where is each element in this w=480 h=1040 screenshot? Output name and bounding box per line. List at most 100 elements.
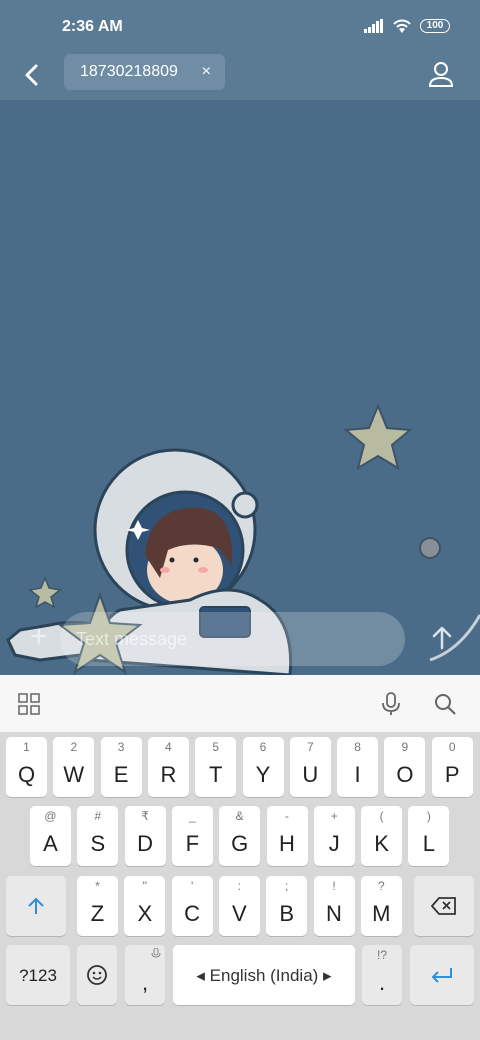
key-k[interactable]: (K <box>361 806 403 866</box>
key-d[interactable]: ₹ D <box>124 806 166 866</box>
contact-icon[interactable] <box>424 58 458 92</box>
key-secondary-label: ? <box>377 879 385 893</box>
key-label: L <box>422 831 436 856</box>
search-icon[interactable] <box>432 691 458 717</box>
key-label: K <box>374 831 389 856</box>
space-left-arrow-icon: ◂ <box>196 966 210 985</box>
key-label: I <box>354 762 361 787</box>
key-label: M <box>372 901 391 926</box>
plus-icon[interactable]: + <box>30 622 48 652</box>
key-z[interactable]: * Z <box>77 876 118 936</box>
key-label: N <box>326 901 342 926</box>
battery-icon: 100 <box>420 19 450 33</box>
key-a[interactable]: @ A <box>30 806 71 866</box>
key-label: A <box>43 831 58 856</box>
key-label: J <box>328 831 340 856</box>
key-x[interactable]: " X <box>124 876 166 936</box>
key-w[interactable]: 2W <box>53 737 95 797</box>
key-label: D <box>137 831 154 856</box>
key-f[interactable]: _ F <box>171 806 213 866</box>
key-label: U <box>302 762 319 787</box>
key-secondary-label: " <box>142 879 147 893</box>
keyboard: 1Q2W3E4R5T6Y7U8I9O0P @ A # S ₹ D _ F & G - H + J(K) L … <box>0 732 480 1040</box>
message-input[interactable]: Text message <box>60 612 405 666</box>
conversation-header: 18730218809 × <box>0 50 480 100</box>
key-label: F <box>185 831 200 856</box>
key-label: W <box>63 762 85 787</box>
key-secondary-label: _ <box>189 809 196 823</box>
key-o[interactable]: 9O <box>384 737 426 797</box>
recipient-number: 18730218809 <box>80 63 178 80</box>
key-b[interactable]: ; B <box>266 876 308 936</box>
key-label: C <box>184 901 201 926</box>
key-label: B <box>279 901 295 926</box>
key-secondary-label: ) <box>426 809 431 823</box>
key-h[interactable]: -H <box>266 806 308 866</box>
key-label: H <box>279 831 295 856</box>
recipient-chip[interactable]: 18730218809 × <box>64 54 225 90</box>
space-key-label: English (India) <box>209 966 319 985</box>
key-secondary-label: : <box>237 879 242 893</box>
astronaut-wallpaper <box>6 403 480 675</box>
key-label: E <box>113 762 129 787</box>
status-bar: 2:36 AM 100 <box>0 0 480 50</box>
remove-recipient-button[interactable]: × <box>202 54 211 90</box>
key-s[interactable]: # S <box>77 806 119 866</box>
key-y[interactable]: 6Y <box>242 737 284 797</box>
key-secondary-label: ' <box>190 879 194 893</box>
key-i[interactable]: 8I <box>337 737 379 797</box>
shift-arrow-icon <box>28 897 44 914</box>
key-secondary-label: 4 <box>165 740 172 754</box>
mic-mini-icon <box>151 948 161 958</box>
key-p[interactable]: 0P <box>431 737 473 797</box>
period-key[interactable]: !? . <box>362 945 402 1005</box>
key-v[interactable]: :V <box>218 876 260 936</box>
space-key[interactable]: ◂ English (India) ▸ <box>173 945 355 1005</box>
emoji-key[interactable] <box>77 945 117 1005</box>
wifi-icon <box>393 19 411 33</box>
microphone-icon[interactable] <box>378 691 404 717</box>
shift-key[interactable] <box>6 876 66 936</box>
apps-grid-icon[interactable] <box>18 693 40 715</box>
key-secondary-label: # <box>94 809 102 823</box>
comma-key[interactable]: , <box>125 945 165 1005</box>
key-g[interactable]: & G <box>219 806 261 866</box>
key-label: Y <box>255 762 271 787</box>
key-label: R <box>160 762 177 787</box>
status-time: 2:36 AM <box>62 18 123 35</box>
key-label: Q <box>17 762 36 787</box>
key-label: S <box>90 831 106 856</box>
compose-bar: + Text message <box>0 600 480 675</box>
key-secondary-label: 7 <box>306 740 314 754</box>
key-secondary-label: ! <box>332 879 336 893</box>
symbols-key[interactable]: ?123 <box>6 945 70 1005</box>
key-n[interactable]: ! N <box>313 876 355 936</box>
key-label: G <box>231 831 249 856</box>
key-u[interactable]: 7U <box>289 737 331 797</box>
key-c[interactable]: ' C <box>171 876 213 936</box>
enter-key[interactable] <box>410 945 474 1005</box>
key-q[interactable]: 1Q <box>6 737 47 797</box>
key-j[interactable]: + J <box>313 806 355 866</box>
key-secondary-label: 1 <box>23 740 30 754</box>
key-secondary-label: 5 <box>212 740 220 754</box>
enter-arrow-icon <box>431 968 452 983</box>
back-arrow-icon[interactable] <box>16 58 50 92</box>
key-secondary-label: 2 <box>70 740 78 754</box>
backspace-icon <box>430 897 456 915</box>
key-secondary-label: & <box>235 809 244 823</box>
key-e[interactable]: 3E <box>100 737 142 797</box>
key-r[interactable]: 4R <box>147 737 189 797</box>
key-label: Z <box>90 901 105 926</box>
key-secondary-label: 6 <box>259 740 267 754</box>
key-label: V <box>232 901 247 926</box>
send-arrow-icon[interactable] <box>428 624 456 652</box>
key-label: X <box>137 901 153 926</box>
key-secondary-label: 3 <box>117 740 125 754</box>
key-l[interactable]: ) L <box>408 806 450 866</box>
key-t[interactable]: 5T <box>195 737 237 797</box>
signal-icon <box>364 19 383 33</box>
key-secondary-label: ; <box>285 879 289 893</box>
backspace-key[interactable] <box>414 876 474 936</box>
key-m[interactable]: ? M <box>360 876 402 936</box>
